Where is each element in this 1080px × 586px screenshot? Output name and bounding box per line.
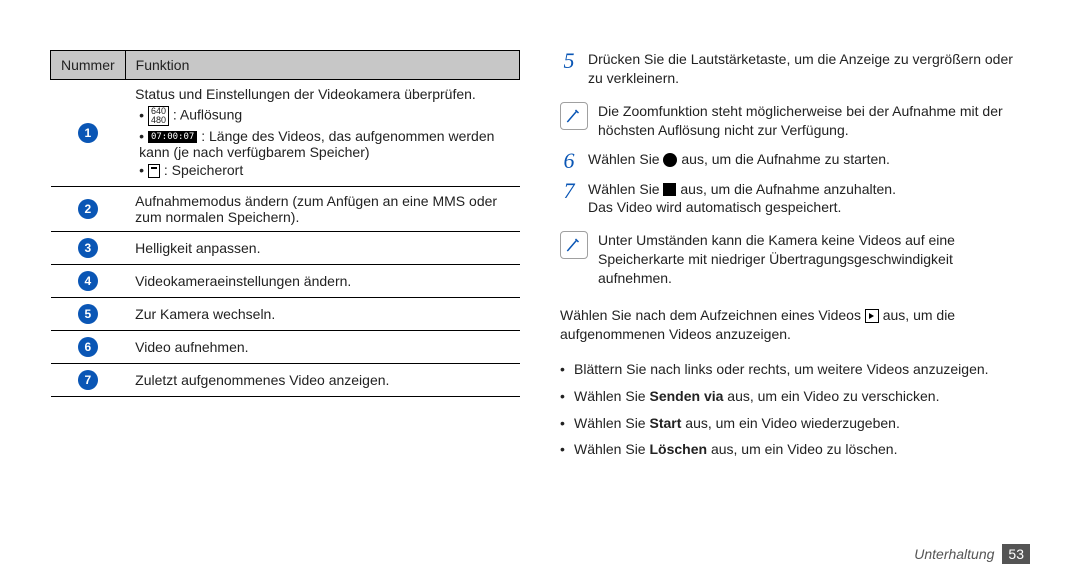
list-item: 640480 : Auflösung (139, 106, 509, 126)
bullet-list: Blättern Sie nach links oder rechts, um … (560, 360, 1030, 468)
list-item: Wählen Sie Löschen aus, um ein Video zu … (560, 440, 1030, 459)
table-row: 7 Zuletzt aufgenommenes Video anzeigen. (51, 364, 520, 397)
number-badge: 1 (78, 123, 98, 143)
number-badge: 5 (78, 304, 98, 324)
note-zoom: Die Zoomfunktion steht möglicherweise be… (560, 102, 1030, 140)
header-number: Nummer (51, 51, 126, 80)
list-item: Wählen Sie Start aus, um ein Video wiede… (560, 414, 1030, 433)
list-item: : Speicherort (139, 162, 509, 178)
number-badge: 7 (78, 370, 98, 390)
list-item: 07:00:07 : Länge des Videos, das aufgeno… (139, 128, 509, 160)
timer-icon: 07:00:07 (148, 131, 197, 143)
page-number: 53 (1002, 544, 1030, 564)
resolution-icon: 640480 (148, 106, 169, 126)
table-row: 3 Helligkeit anpassen. (51, 232, 520, 265)
step-7-line2: Das Video wird automatisch gespeichert. (588, 198, 1030, 217)
number-badge: 4 (78, 271, 98, 291)
storage-icon (148, 164, 160, 178)
play-icon (865, 309, 879, 323)
row-text: Videokameraeinstellungen ändern. (125, 265, 519, 298)
step-7: 7 Wählen Sie aus, um die Aufnahme anzuha… (560, 180, 1030, 218)
function-table: Nummer Funktion 1 Status und Einstellung… (50, 50, 520, 397)
table-row: 2 Aufnahmemodus ändern (zum Anfügen an e… (51, 187, 520, 232)
number-badge: 2 (78, 199, 98, 219)
page-footer: Unterhaltung 53 (914, 544, 1030, 564)
header-function: Funktion (125, 51, 519, 80)
playback-paragraph: Wählen Sie nach dem Aufzeichnen eines Vi… (560, 306, 1030, 344)
row-text: Video aufnehmen. (125, 331, 519, 364)
note-icon (560, 102, 588, 130)
row-intro: Status und Einstellungen der Videokamera… (135, 86, 509, 102)
table-row: 6 Video aufnehmen. (51, 331, 520, 364)
table-row: 4 Videokameraeinstellungen ändern. (51, 265, 520, 298)
number-badge: 6 (78, 337, 98, 357)
row-text: Helligkeit anpassen. (125, 232, 519, 265)
record-circle-icon (663, 153, 677, 167)
list-item: Wählen Sie Senden via aus, um ein Video … (560, 387, 1030, 406)
number-badge: 3 (78, 238, 98, 258)
note-sdcard: Unter Umständen kann die Kamera keine Vi… (560, 231, 1030, 288)
list-item: Blättern Sie nach links oder rechts, um … (560, 360, 1030, 379)
row-text: Zuletzt aufgenommenes Video anzeigen. (125, 364, 519, 397)
row-text: Aufnahmemodus ändern (zum Anfügen an ein… (125, 187, 519, 232)
stop-square-icon (663, 183, 676, 196)
table-row: 5 Zur Kamera wechseln. (51, 298, 520, 331)
table-row: 1 Status und Einstellungen der Videokame… (51, 80, 520, 187)
step-6: 6 Wählen Sie aus, um die Aufnahme zu sta… (560, 150, 1030, 172)
step-5: 5 Drücken Sie die Lautstärketaste, um di… (560, 50, 1030, 88)
section-label: Unterhaltung (914, 546, 994, 562)
note-icon (560, 231, 588, 259)
row-text: Zur Kamera wechseln. (125, 298, 519, 331)
